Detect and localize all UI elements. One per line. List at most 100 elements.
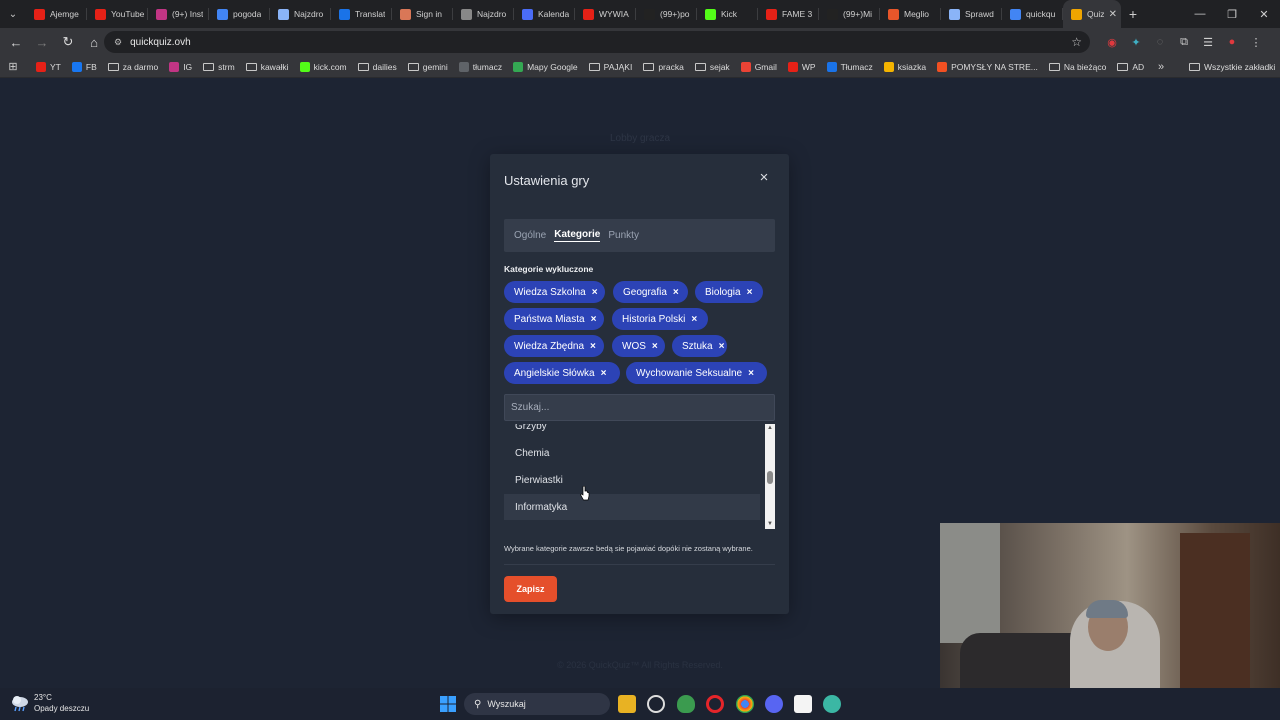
remove-chip-icon[interactable]: × bbox=[673, 287, 679, 298]
remove-chip-icon[interactable]: × bbox=[691, 314, 697, 325]
browser-tab[interactable]: FAME 3 bbox=[758, 0, 819, 28]
profile-avatar-icon[interactable]: ● bbox=[1220, 36, 1244, 48]
weather-widget[interactable]: 23°C Opady deszczu bbox=[10, 692, 89, 714]
browser-tab[interactable]: Quiz ✕ bbox=[1063, 0, 1121, 28]
remove-chip-icon[interactable]: × bbox=[591, 314, 597, 325]
taskbar-search[interactable]: ⚲ Wyszukaj bbox=[464, 693, 610, 715]
bookmark-item[interactable]: pracka bbox=[643, 62, 684, 72]
browser-tab[interactable]: Meglio bbox=[880, 0, 941, 28]
bookmark-item[interactable]: FB bbox=[71, 61, 97, 72]
record-icon[interactable]: ◉ bbox=[1100, 36, 1124, 49]
bookmark-item[interactable]: PAJĄKI bbox=[588, 62, 632, 72]
more-bookmarks-chevron-icon[interactable]: » bbox=[1158, 61, 1164, 73]
category-option[interactable]: Pierwiastki bbox=[504, 467, 760, 493]
scrollbar-thumb[interactable] bbox=[767, 471, 773, 484]
bookmark-item[interactable]: sejak bbox=[694, 62, 730, 72]
scroll-down-arrow-icon[interactable]: ▼ bbox=[765, 520, 775, 529]
bookmark-item[interactable]: ksiazka bbox=[883, 61, 926, 72]
puzzle-icon[interactable]: ⧉ bbox=[1172, 36, 1196, 49]
tab-categories[interactable]: Kategorie bbox=[554, 229, 601, 242]
reload-button[interactable]: ↻ bbox=[56, 30, 80, 54]
opera-icon[interactable] bbox=[706, 695, 724, 713]
remove-chip-icon[interactable]: × bbox=[747, 287, 753, 298]
bookmark-label: WP bbox=[801, 61, 816, 72]
category-option[interactable]: Chemia bbox=[504, 440, 760, 466]
browser-tab[interactable]: (99+)Mi bbox=[819, 0, 880, 28]
category-search-input[interactable] bbox=[504, 394, 775, 421]
browser-tab[interactable]: (99+)po bbox=[636, 0, 697, 28]
remove-chip-icon[interactable]: × bbox=[601, 368, 607, 379]
restore-icon[interactable]: ❐ bbox=[1216, 8, 1248, 21]
windows-start-icon[interactable] bbox=[439, 695, 457, 713]
tab-points[interactable]: Punkty bbox=[608, 230, 639, 241]
bookmark-item[interactable]: kawałki bbox=[245, 62, 289, 72]
browser-tab[interactable]: WYWIA bbox=[575, 0, 636, 28]
browser-tab[interactable]: Sign in bbox=[392, 0, 453, 28]
browser-tab[interactable]: Najzdro bbox=[270, 0, 331, 28]
browser-tab[interactable]: (9+) Inst bbox=[148, 0, 209, 28]
home-button[interactable]: ⌂ bbox=[82, 30, 106, 54]
bookmark-item[interactable]: za darmo bbox=[107, 62, 158, 72]
bookmark-item[interactable]: Mapy Google bbox=[513, 61, 578, 72]
minimize-icon[interactable]: — bbox=[1184, 8, 1216, 21]
file-explorer-icon[interactable] bbox=[618, 695, 636, 713]
bookmark-item[interactable]: IG bbox=[169, 61, 192, 72]
tab-search-chevron-icon[interactable]: ⌄ bbox=[0, 0, 26, 28]
browser-tab[interactable]: Kick bbox=[697, 0, 758, 28]
bookmark-star-icon[interactable]: ☆ bbox=[1071, 35, 1082, 49]
dropdown-scrollbar[interactable]: ▲ ▼ bbox=[765, 424, 775, 529]
close-tab-icon[interactable]: ✕ bbox=[1109, 9, 1117, 20]
bookmark-item[interactable]: tłumacz bbox=[458, 61, 502, 72]
browser-tab[interactable]: YouTube bbox=[87, 0, 148, 28]
back-button[interactable]: ← bbox=[4, 30, 28, 54]
bookmark-item[interactable]: POMYSŁY NA STRE... bbox=[937, 61, 1038, 72]
chrome-icon[interactable] bbox=[736, 695, 754, 713]
bookmark-item[interactable]: YT bbox=[36, 61, 61, 72]
bookmark-item[interactable]: AD bbox=[1117, 62, 1144, 72]
folder-icon bbox=[694, 62, 706, 71]
browser-tab[interactable]: Kalenda bbox=[514, 0, 575, 28]
steam-icon[interactable] bbox=[647, 695, 665, 713]
app-window-icon[interactable] bbox=[794, 695, 812, 713]
globe-app-icon[interactable] bbox=[823, 695, 841, 713]
bookmark-item[interactable]: Gmail bbox=[740, 61, 777, 72]
browser-tab[interactable]: Ajemge bbox=[26, 0, 87, 28]
new-tab-button[interactable]: + bbox=[1121, 6, 1145, 22]
address-bar[interactable]: ⚙ quickquiz.ovh ☆ bbox=[104, 31, 1090, 53]
category-option[interactable]: Informatyka bbox=[504, 494, 760, 520]
scroll-up-arrow-icon[interactable]: ▲ bbox=[765, 424, 775, 433]
save-button[interactable]: Zapisz bbox=[504, 576, 557, 602]
remove-chip-icon[interactable]: × bbox=[592, 287, 598, 298]
bookmark-item[interactable]: Na bieżąco bbox=[1048, 62, 1106, 72]
extension-icon[interactable]: ✦ bbox=[1124, 36, 1148, 49]
browser-tab[interactable]: Najzdro bbox=[453, 0, 514, 28]
remove-chip-icon[interactable]: × bbox=[590, 341, 596, 352]
tab-general[interactable]: Ogólne bbox=[514, 230, 546, 241]
browser-tab[interactable]: quickqu bbox=[1002, 0, 1063, 28]
excluded-categories-label: Kategorie wykluczone bbox=[504, 264, 594, 274]
extension-disabled-icon[interactable]: ◌ bbox=[1148, 36, 1172, 48]
discord-icon[interactable] bbox=[765, 695, 783, 713]
bookmark-item[interactable]: dailies bbox=[357, 62, 397, 72]
tab-strip: ⌄ Ajemge YouTube (9+) Inst pogoda Najzdro Tra… bbox=[0, 0, 1280, 28]
bookmark-item[interactable]: strm bbox=[203, 62, 235, 72]
all-bookmarks-folder[interactable]: Wszystkie zakładki bbox=[1189, 62, 1275, 72]
apps-grid-icon[interactable]: ⊞ bbox=[0, 60, 26, 73]
close-window-icon[interactable]: ✕ bbox=[1248, 8, 1280, 21]
remove-chip-icon[interactable]: × bbox=[719, 341, 725, 352]
bookmark-item[interactable]: WP bbox=[787, 61, 816, 72]
remove-chip-icon[interactable]: × bbox=[748, 368, 754, 379]
sidebar-icon[interactable]: ☰ bbox=[1196, 36, 1220, 49]
forward-button[interactable]: → bbox=[30, 30, 54, 54]
bookmark-item[interactable]: kick.com bbox=[299, 61, 347, 72]
browser-tab[interactable]: Sprawd bbox=[941, 0, 1002, 28]
browser-tab[interactable]: Translat bbox=[331, 0, 392, 28]
bookmark-item[interactable]: Tłumacz bbox=[826, 61, 873, 72]
site-info-icon[interactable]: ⚙ bbox=[114, 37, 122, 48]
category-option[interactable]: Grzyby bbox=[504, 424, 760, 439]
remove-chip-icon[interactable]: × bbox=[652, 341, 658, 352]
kebab-menu-icon[interactable]: ⋮ bbox=[1244, 36, 1268, 49]
bookmark-item[interactable]: gemini bbox=[407, 62, 448, 72]
shield-browser-icon[interactable] bbox=[677, 695, 695, 713]
browser-tab[interactable]: pogoda bbox=[209, 0, 270, 28]
